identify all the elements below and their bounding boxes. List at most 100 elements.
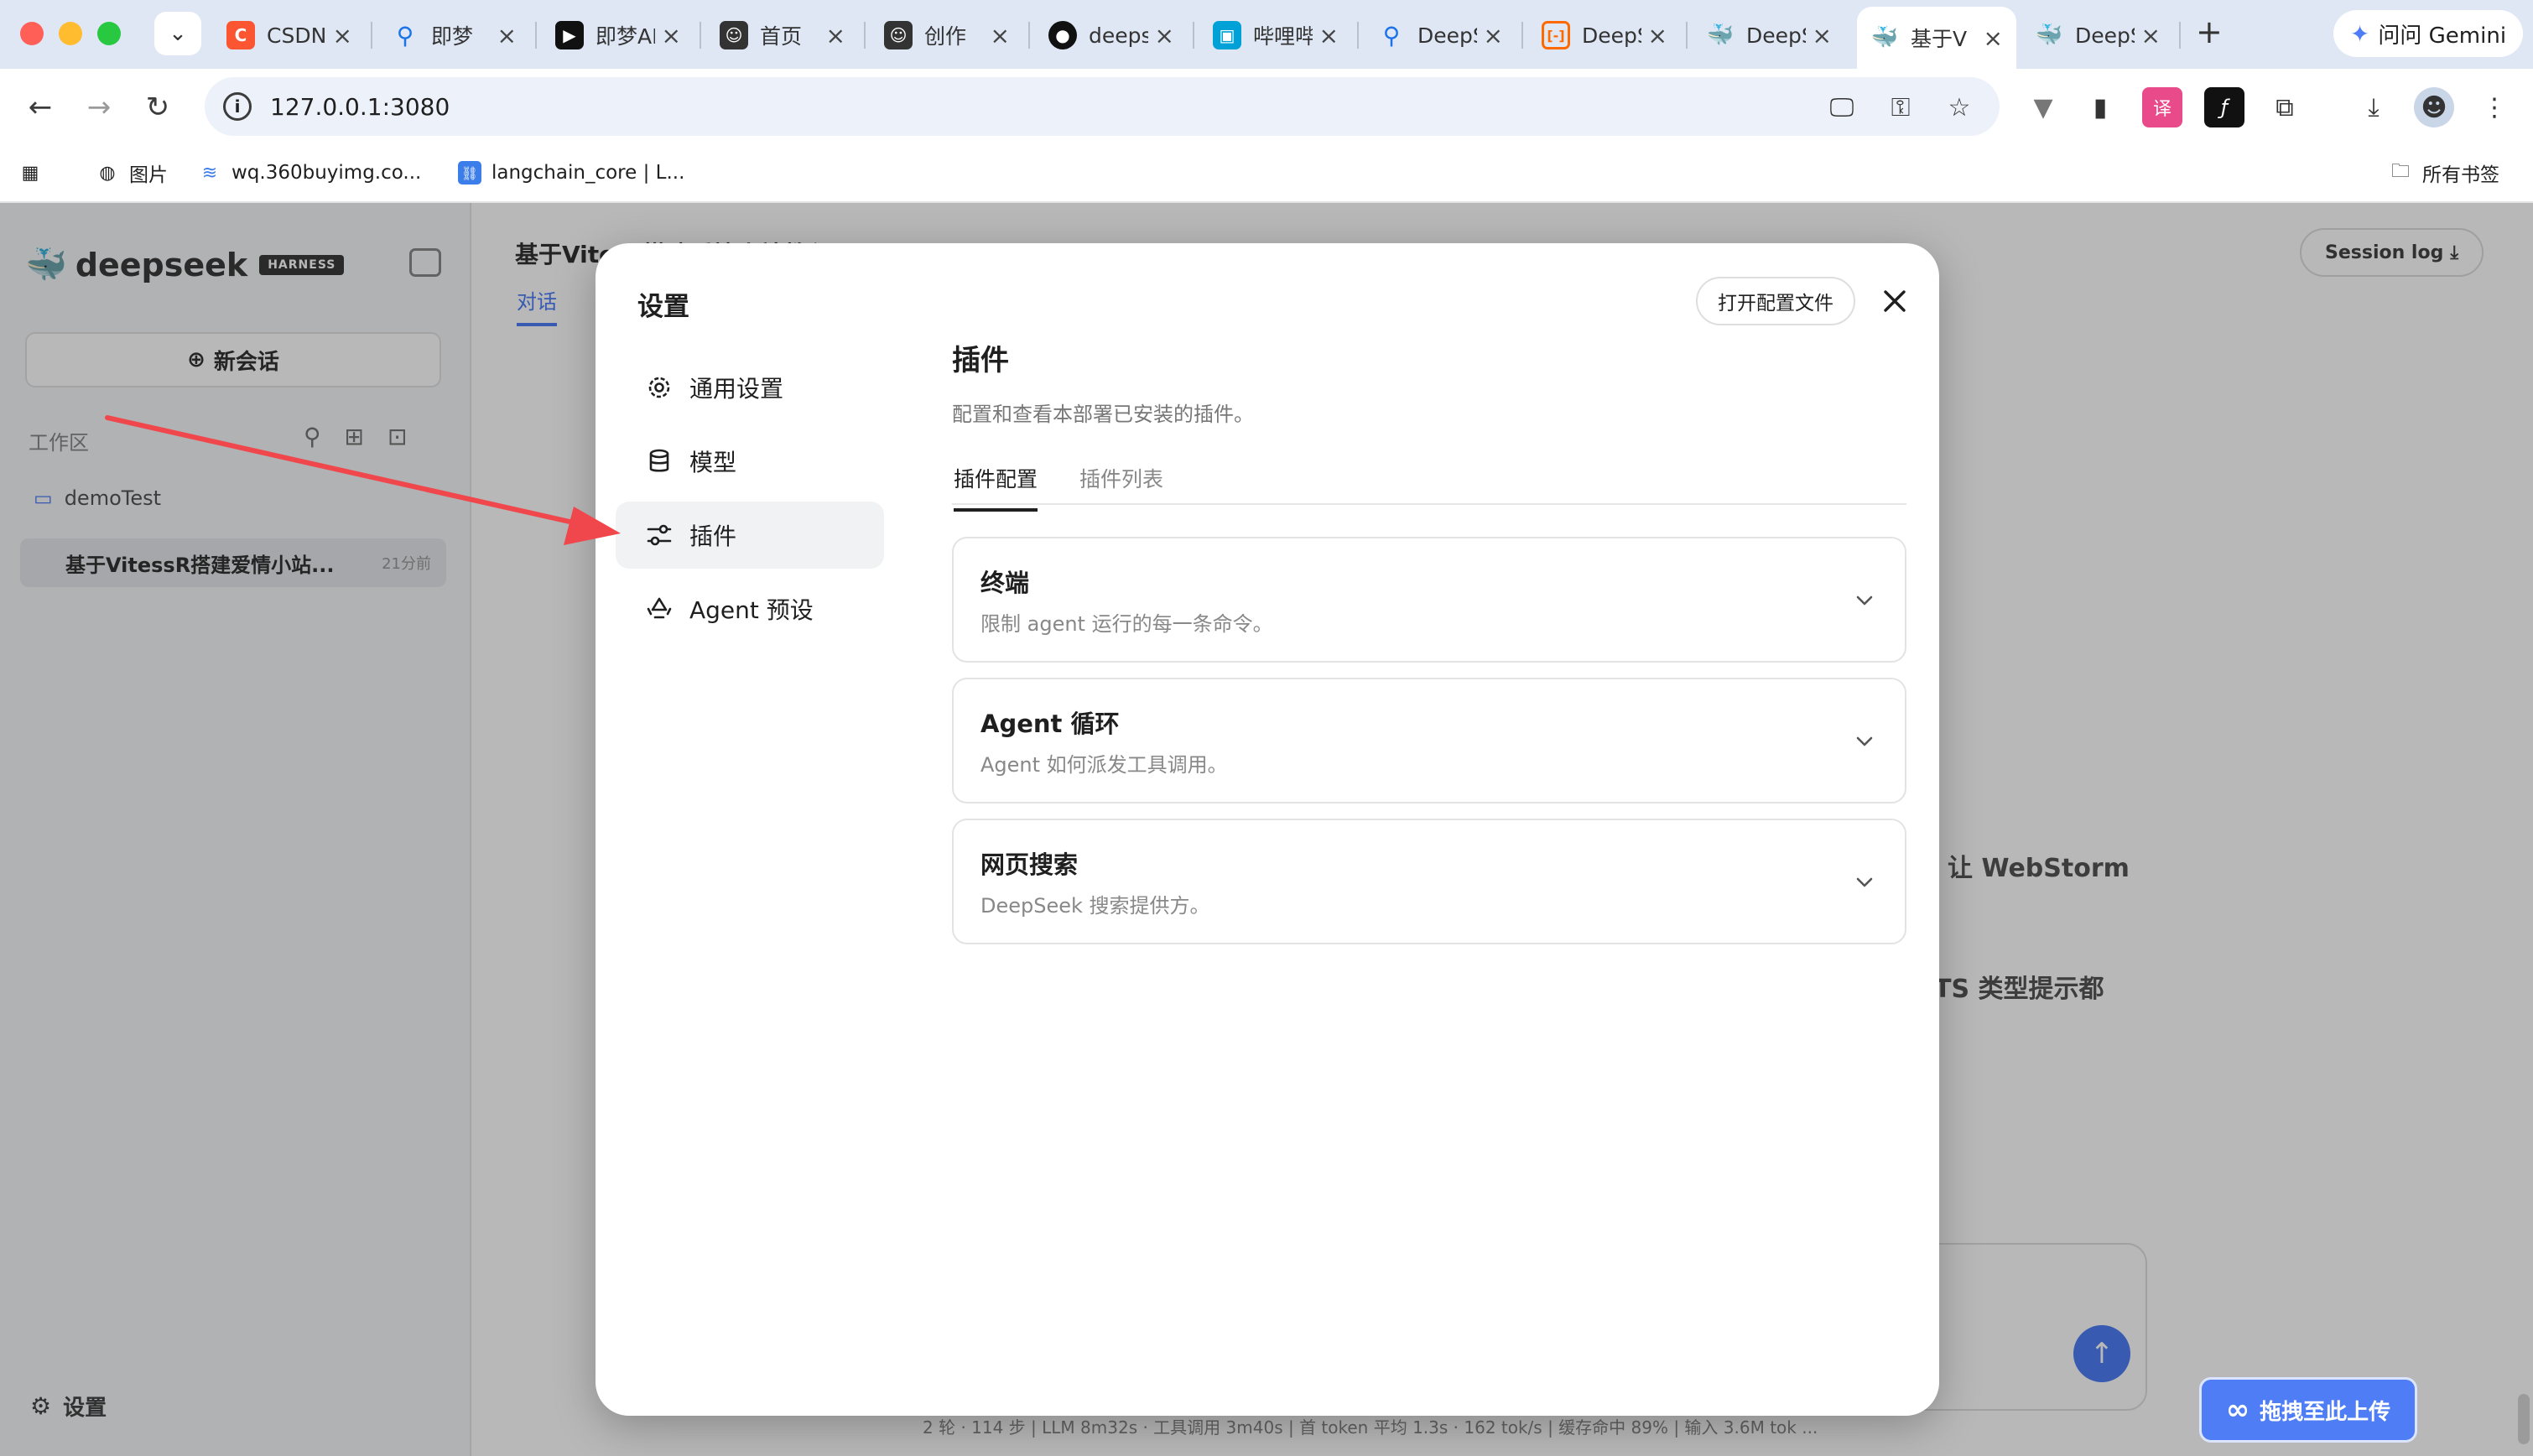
tab-separator <box>1686 22 1688 49</box>
aliyun-icon: [-] <box>1542 21 1570 49</box>
forward-button[interactable]: → <box>79 87 119 127</box>
page-scrollbar[interactable] <box>2518 1394 2530 1444</box>
extensions-puzzle-icon[interactable]: ⧉ <box>2265 87 2305 127</box>
langchain-icon: ⛓ <box>458 161 481 185</box>
recycle-icon <box>644 594 674 624</box>
close-icon[interactable]: × <box>1484 22 1503 49</box>
jd-icon: ≋ <box>201 162 218 184</box>
arrow-right-icon: → <box>86 91 112 124</box>
settings-nav: 通用设置 模型 插件 Agent 预设 <box>616 354 884 649</box>
close-icon[interactable]: × <box>1984 24 2003 52</box>
nav-item-agent-presets[interactable]: Agent 预设 <box>616 575 884 642</box>
close-icon[interactable]: × <box>991 22 1010 49</box>
plugins-description: 配置和查看本部署已安装的插件。 <box>952 403 1254 426</box>
folder-icon: 🗀 <box>2390 161 2410 182</box>
phone-icon[interactable]: ▮ <box>2080 87 2120 127</box>
open-config-file-button[interactable]: 打开配置文件 <box>1696 277 1855 325</box>
plugin-subtabs: 插件配置 插件列表 <box>952 458 1906 512</box>
robot-icon: ☺ <box>720 21 748 49</box>
github-icon: ● <box>1048 21 1077 49</box>
browser-toolbar: ← → ↻ i 127.0.0.1:3080 🖵 ⚿ ☆ ▼ ▮ 译 ƒ ⧉ ⤓… <box>0 69 2533 144</box>
close-icon[interactable]: × <box>1319 22 1339 49</box>
new-tab-button[interactable]: + <box>2196 13 2223 50</box>
plugin-card-web-search[interactable]: 网页搜索 DeepSeek 搜索提供方。 <box>952 819 1906 944</box>
modal-close-button[interactable] <box>1874 280 1916 322</box>
close-icon[interactable]: × <box>1813 22 1832 49</box>
tab-search-button[interactable]: ⌄ <box>154 12 201 55</box>
database-icon <box>644 446 674 476</box>
search-icon: ⚲ <box>396 21 414 49</box>
jimeng-icon: ▶ <box>555 21 584 49</box>
gear-icon <box>644 372 674 403</box>
tab-plugin-list[interactable]: 插件列表 <box>1079 463 1163 508</box>
close-icon[interactable]: × <box>1648 22 1667 49</box>
baidu-netdisk-icon: ∞ <box>2225 1393 2250 1427</box>
tab-separator <box>535 22 537 49</box>
chevron-down-icon <box>1856 877 1873 887</box>
browser-tab-active[interactable]: 🐳 基于V × <box>1857 7 2016 69</box>
close-icon[interactable]: × <box>826 22 845 49</box>
omnibox-actions: 🖵 ⚿ ☆ <box>1823 89 1978 126</box>
close-icon[interactable]: × <box>1155 22 1174 49</box>
browser-tab-bilibili[interactable]: ▣ 哔哩哔哩 × <box>1199 8 1352 62</box>
close-icon[interactable]: × <box>333 22 352 49</box>
apps-grid-icon: ▦ <box>21 162 39 184</box>
translate-icon[interactable]: 译 <box>2142 87 2182 127</box>
nav-item-general[interactable]: 通用设置 <box>616 354 884 421</box>
chevron-down-icon <box>1856 595 1873 606</box>
robot-icon: ☺ <box>884 21 913 49</box>
bilibili-icon: ▣ <box>1213 21 1241 49</box>
close-icon[interactable]: × <box>662 22 681 49</box>
download-icon[interactable]: ⤓ <box>2354 87 2394 127</box>
browser-tab-deepseek[interactable]: 🐳 DeepSeek × <box>1693 8 1845 62</box>
browser-tab-jimeng-search[interactable]: ⚲ 即梦 × <box>377 8 530 62</box>
chevron-down-icon <box>1856 736 1873 746</box>
reload-icon: ↻ <box>145 91 170 124</box>
browser-tab-strip: ⌄ C CSDN × ⚲ 即梦 × ▶ 即梦AI × ☺ 首页 × ☺ 创作 ×… <box>0 0 2533 69</box>
window-minimize-button[interactable] <box>59 22 82 45</box>
csdn-icon: C <box>226 21 255 49</box>
sliders-icon <box>644 520 674 550</box>
chevron-down-icon: ⌄ <box>169 21 187 46</box>
all-bookmarks-button[interactable]: 🗀 所有书签 <box>2389 156 2499 190</box>
gemini-sparkle-icon: ✦ <box>2349 19 2370 48</box>
install-app-icon[interactable]: 🖵 <box>1823 89 1860 126</box>
bookmark-langchain[interactable]: ⛓ langchain_core | L... <box>458 156 684 190</box>
address-bar[interactable]: i 127.0.0.1:3080 🖵 ⚿ ☆ <box>205 77 2000 136</box>
plugin-card-terminal[interactable]: 终端 限制 agent 运行的每一条命令。 <box>952 537 1906 663</box>
bookmark-images[interactable]: ◍ 图片 <box>96 156 168 190</box>
function-icon[interactable]: ƒ <box>2204 87 2244 127</box>
ask-gemini-button[interactable]: ✦ 问问 Gemini <box>2333 10 2523 57</box>
nav-item-model[interactable]: 模型 <box>616 428 884 495</box>
nav-item-plugins[interactable]: 插件 <box>616 502 884 569</box>
close-icon[interactable]: × <box>2141 22 2161 49</box>
arrow-left-icon: ← <box>28 91 53 124</box>
plugin-card-agent-loop[interactable]: Agent 循环 Agent 如何派发工具调用。 <box>952 678 1906 803</box>
tab-separator <box>700 22 701 49</box>
drag-upload-widget[interactable]: ∞ 拖拽至此上传 <box>2199 1377 2417 1443</box>
tab-plugin-config[interactable]: 插件配置 <box>954 463 1038 512</box>
profile-avatar[interactable]: ☻ <box>2414 87 2454 127</box>
address-url[interactable]: 127.0.0.1:3080 <box>270 93 450 121</box>
bookmark-360buyimg[interactable]: ≋ wq.360buyimg.co... <box>198 156 422 190</box>
window-maximize-button[interactable] <box>97 22 121 45</box>
browser-tab-github[interactable]: ● deepseek × <box>1035 8 1188 62</box>
browser-tab-deepseek-2[interactable]: 🐳 DeepSeek × <box>2021 8 2174 62</box>
browser-tab-create[interactable]: ☺ 创作 × <box>871 8 1023 62</box>
tab-separator <box>1028 22 1030 49</box>
browser-tab-csdn[interactable]: C CSDN × <box>213 8 366 62</box>
password-key-icon[interactable]: ⚿ <box>1882 89 1919 126</box>
back-button[interactable]: ← <box>20 87 60 127</box>
browser-tab-home[interactable]: ☺ 首页 × <box>706 8 859 62</box>
browser-tab-jimeng-ai[interactable]: ▶ 即梦AI × <box>542 8 694 62</box>
vue-devtools-icon[interactable]: ▼ <box>2023 87 2063 127</box>
apps-grid-button[interactable]: ▦ <box>18 156 52 190</box>
reload-button[interactable]: ↻ <box>138 87 178 127</box>
window-close-button[interactable] <box>20 22 44 45</box>
bookmark-star-icon[interactable]: ☆ <box>1941 89 1978 126</box>
browser-tab-deepseek-aliyun[interactable]: [-] DeepSeek × <box>1528 8 1681 62</box>
close-icon[interactable]: × <box>497 22 517 49</box>
chrome-menu-icon[interactable]: ⋮ <box>2474 87 2515 127</box>
site-info-icon[interactable]: i <box>223 92 252 121</box>
browser-tab-deepseek-search[interactable]: ⚲ DeepSeek × <box>1364 8 1516 62</box>
